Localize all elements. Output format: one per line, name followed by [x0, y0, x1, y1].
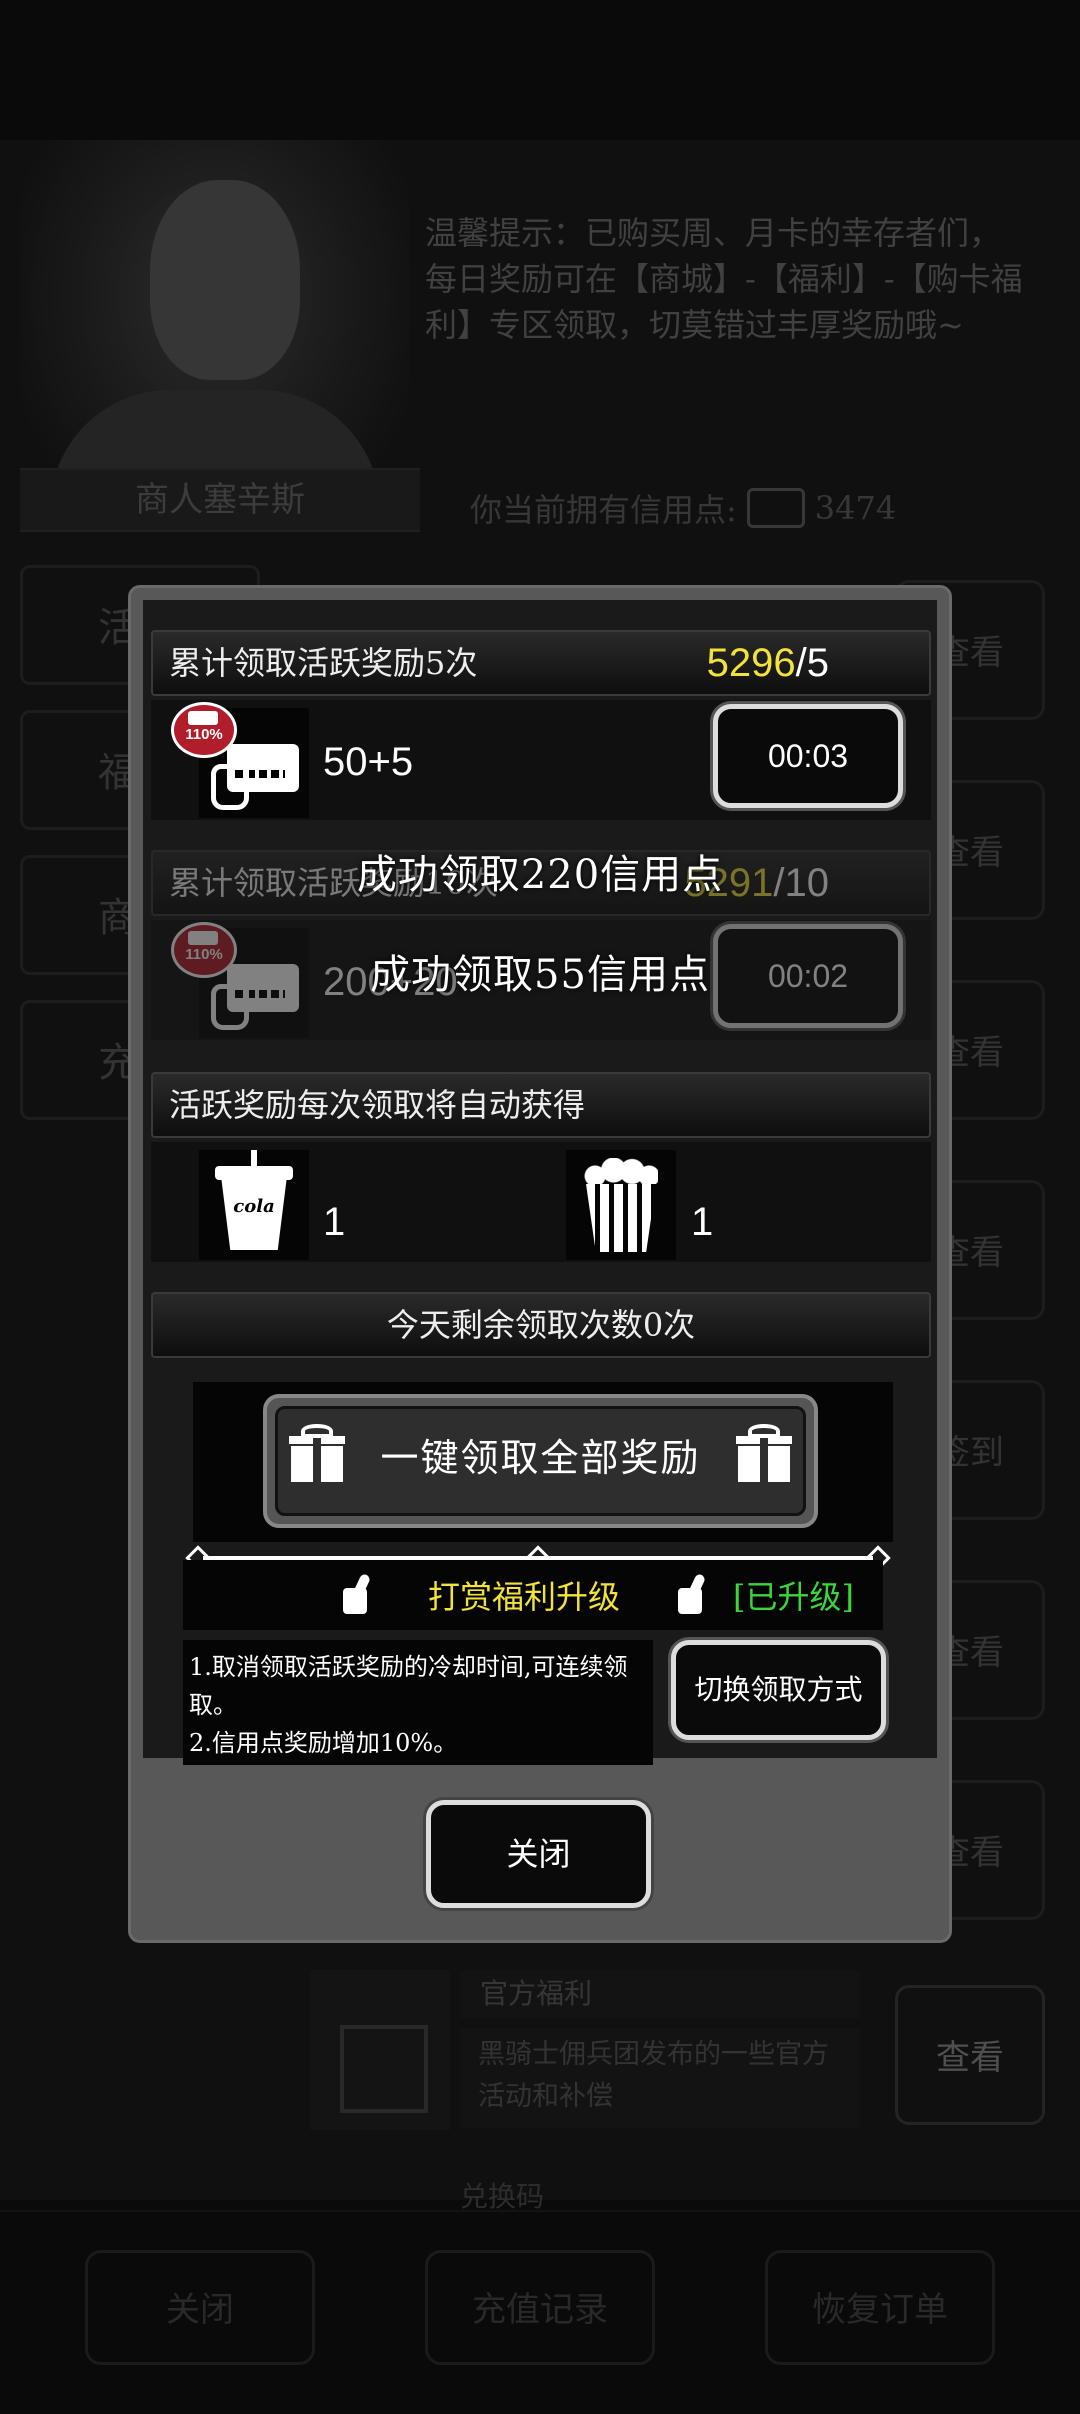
thumbs-up-icon [678, 1572, 718, 1614]
claim-all-button[interactable]: 一键领取全部奖励 [263, 1394, 818, 1528]
credits-value: 3474 [814, 489, 897, 527]
benefits-list: 1.取消领取活跃奖励的冷却时间,可连续领取。 2.信用点奖励增加10%。 [183, 1640, 653, 1765]
popcorn-icon [566, 1150, 676, 1260]
cola-count: 1 [323, 1200, 346, 1244]
popcorn-count: 1 [691, 1200, 714, 1244]
toast-message: 成功领取220信用点 [356, 852, 724, 898]
remaining-count: 今天剩余领取次数0次 [151, 1292, 931, 1358]
credits-label: 你当前拥有信用点: [470, 491, 737, 529]
credit-card-icon: 110% [171, 702, 309, 818]
credits-display: 你当前拥有信用点: 3474 [470, 485, 896, 531]
auto-gain-header: 活跃奖励每次领取将自动获得 [151, 1072, 931, 1138]
gift-box-icon [310, 1970, 450, 2130]
switch-claim-mode-button[interactable]: 切换领取方式 [671, 1640, 886, 1740]
restore-order-button[interactable]: 恢复订单 [765, 2250, 995, 2365]
bottom-close-button[interactable]: 关闭 [85, 2250, 315, 2365]
gift-icon [287, 1424, 347, 1484]
reward-1-progress: 5296/5 [706, 641, 829, 685]
reward-1-header: 累计领取活跃奖励5次 5296/5 [151, 630, 931, 696]
toast-message: 成功领取55信用点 [370, 952, 710, 998]
welfare-description: 黑骑士佣兵团发布的一些官方活动和补偿 [460, 2028, 860, 2128]
thumbs-up-icon [343, 1572, 383, 1614]
official-welfare-row: 官方福利 黑骑士佣兵团发布的一些官方活动和补偿 [310, 1970, 870, 2130]
reward-1-title: 累计领取活跃奖励5次 [169, 644, 478, 682]
benefit-item: 2.信用点奖励增加10%。 [189, 1729, 458, 1757]
active-reward-dialog: 累计领取活跃奖励5次 5296/5 110% 50+5 00:03 累计领取活跃… [128, 585, 952, 1943]
tip-text: 温馨提示：已购买周、月卡的幸存者们，每日奖励可在【商城】-【福利】-【购卡福利】… [425, 214, 1023, 344]
claim-all-label: 一键领取全部奖励 [275, 1406, 806, 1516]
cola-icon: cola [199, 1150, 309, 1260]
gift-icon [734, 1424, 794, 1484]
bonus-badge: 110% [171, 702, 237, 758]
redeem-code-label: 兑换码 [460, 2180, 545, 2213]
dialog-content: 累计领取活跃奖励5次 5296/5 110% 50+5 00:03 累计领取活跃… [143, 600, 937, 1765]
credit-card-icon [746, 488, 805, 528]
auto-gain-items: cola 1 1 [151, 1142, 931, 1262]
dialog-close-button[interactable]: 关闭 [426, 1800, 651, 1908]
reward-1-row: 110% 50+5 00:03 [151, 700, 931, 820]
welfare-title: 官方福利 [460, 1970, 860, 2018]
upgrade-row: 打赏福利升级 [已升级] [183, 1560, 883, 1630]
claim-all-area: 一键领取全部奖励 [193, 1382, 893, 1542]
upgrade-title: 打赏福利升级 [428, 1578, 621, 1616]
upgrade-status: [已升级] [733, 1578, 854, 1616]
view-button[interactable]: 查看 [895, 1985, 1045, 2125]
merchant-name: 商人塞辛斯 [20, 468, 420, 532]
recharge-history-button[interactable]: 充值记录 [425, 2250, 655, 2365]
reward-1-timer-button[interactable]: 00:03 [713, 704, 903, 808]
benefit-item: 1.取消领取活跃奖励的冷却时间,可连续领取。 [189, 1653, 628, 1719]
reward-1-amount: 50+5 [323, 740, 414, 784]
